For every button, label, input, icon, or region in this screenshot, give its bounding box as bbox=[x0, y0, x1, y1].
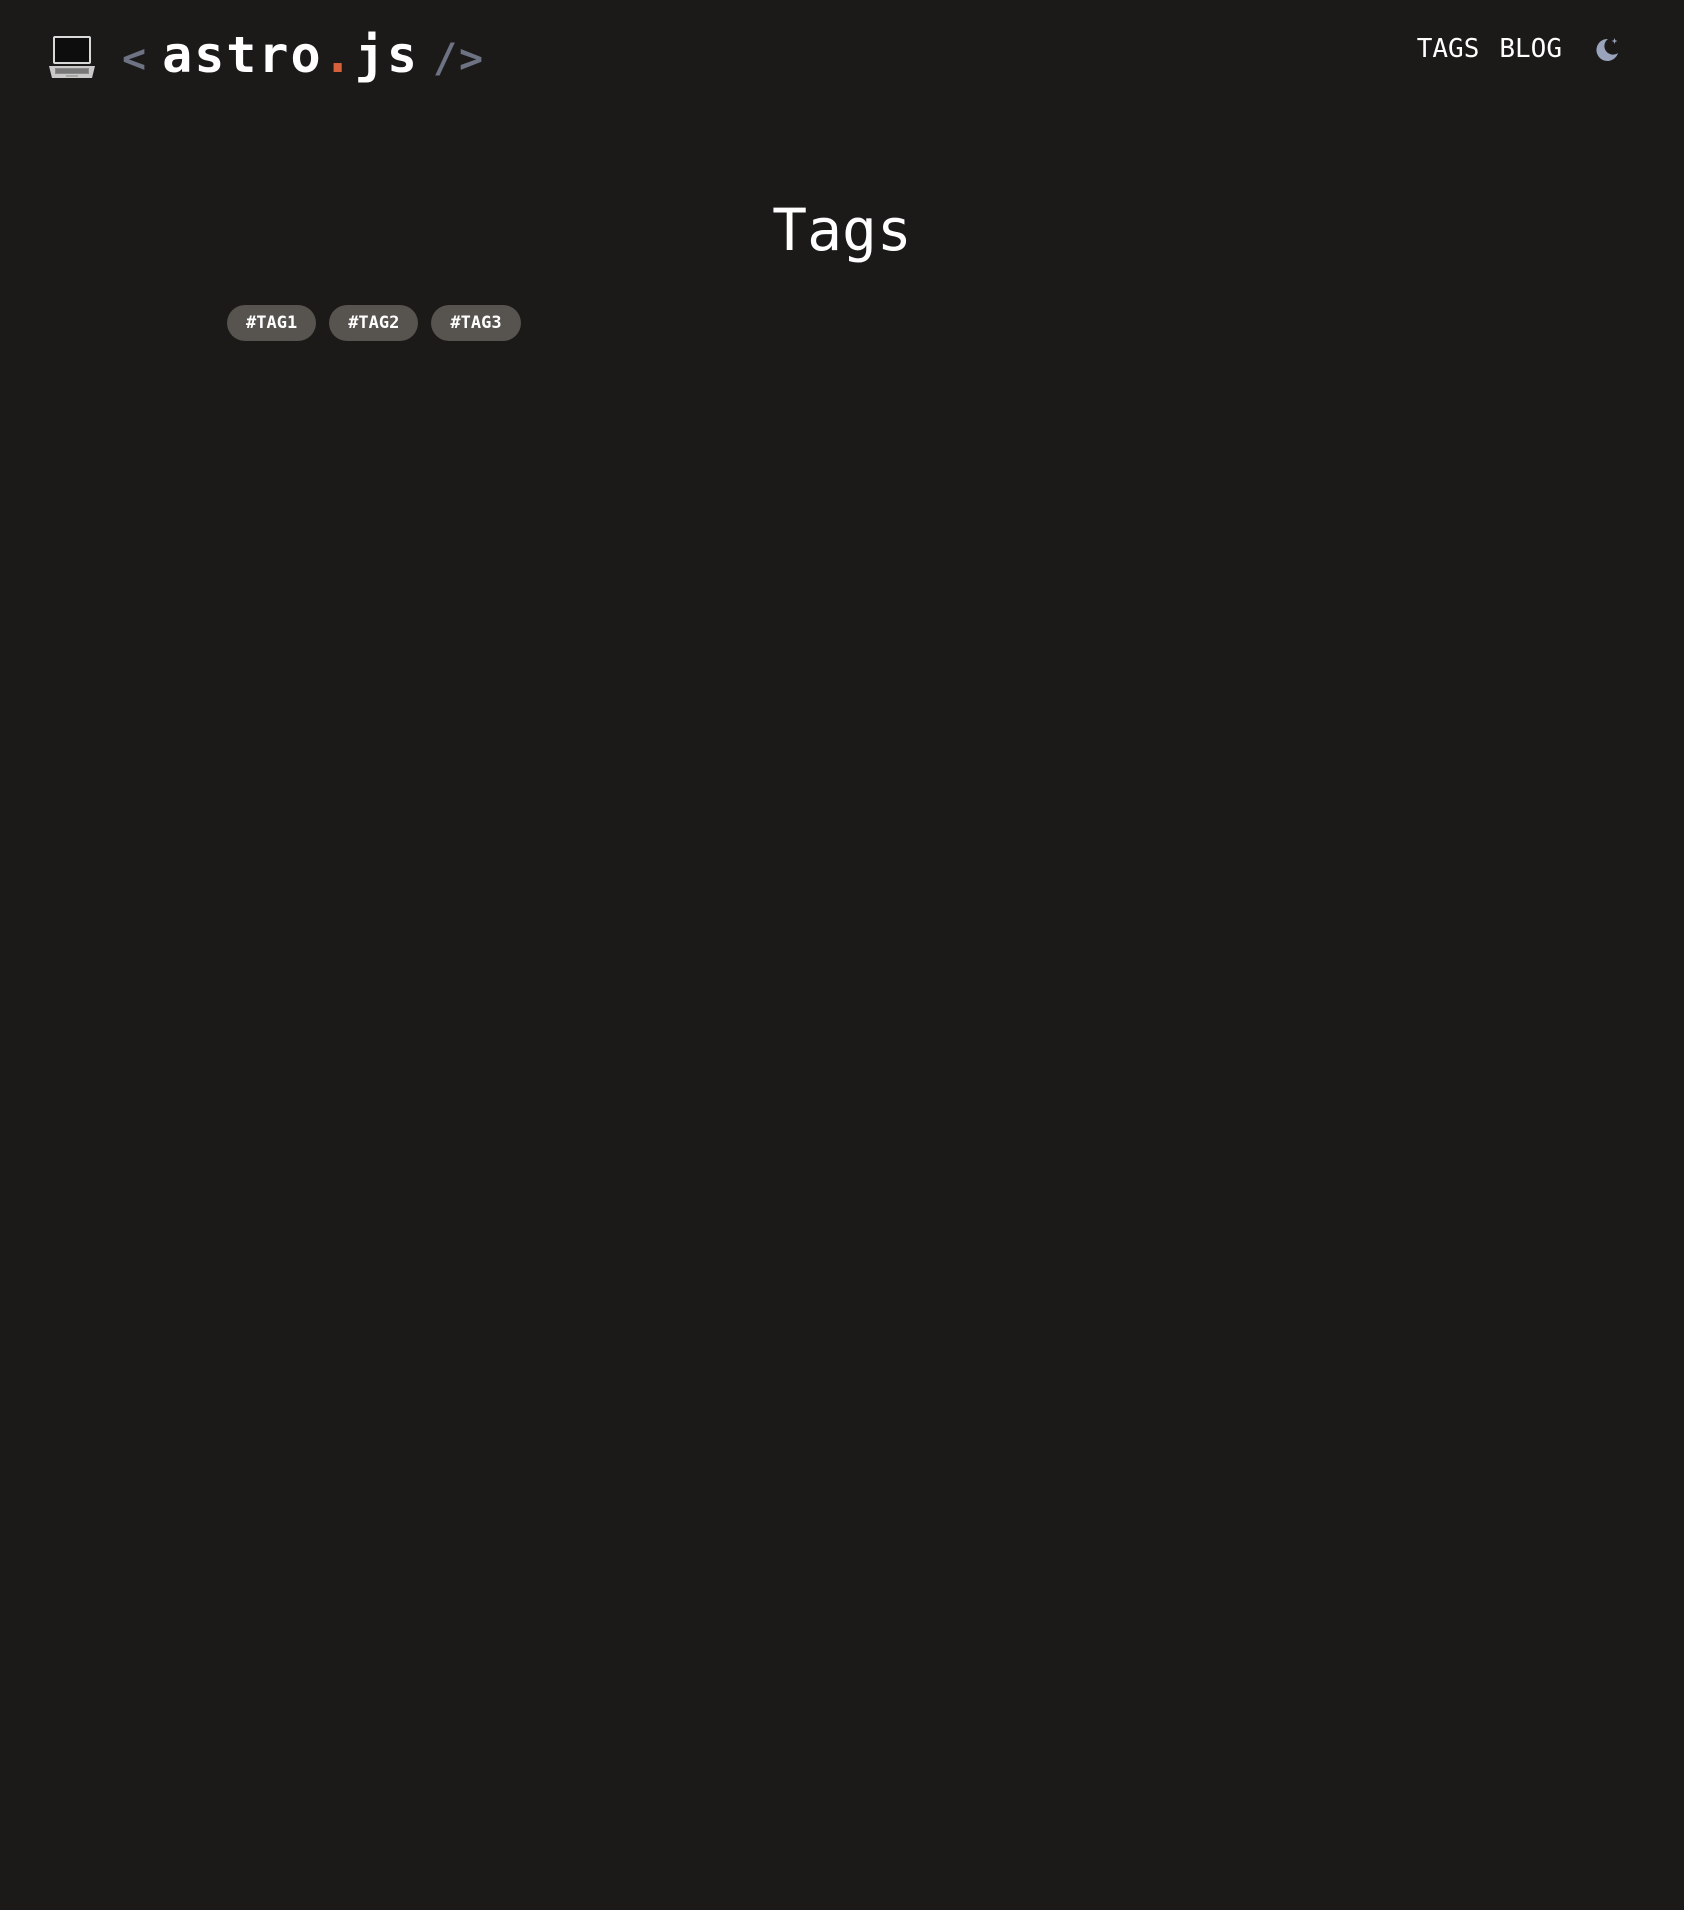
logo-ext: js bbox=[354, 26, 419, 84]
home-link[interactable]: < astro . js /> bbox=[47, 22, 485, 92]
tag-list: #TAG1 #TAG2 #TAG3 bbox=[227, 305, 521, 341]
nav-blog-link[interactable]: BLOG bbox=[1499, 34, 1562, 64]
laptop-icon bbox=[47, 32, 97, 82]
main-nav: TAGS BLOG bbox=[1417, 34, 1684, 64]
logo-open-bracket: < bbox=[122, 36, 149, 82]
site-logo: < astro . js /> bbox=[122, 22, 485, 92]
tag-link-tag3[interactable]: #TAG3 bbox=[431, 305, 521, 341]
nav-tags-link[interactable]: TAGS bbox=[1417, 34, 1480, 64]
page: < astro . js /> TAGS BLOG Tags #TAG1 #TA… bbox=[0, 0, 1684, 1910]
theme-toggle-button[interactable] bbox=[1592, 34, 1622, 64]
logo-close-bracket: /> bbox=[432, 36, 486, 82]
tag-link-tag1[interactable]: #TAG1 bbox=[227, 305, 317, 341]
tag-link-tag2[interactable]: #TAG2 bbox=[329, 305, 419, 341]
logo-name: astro bbox=[162, 26, 323, 84]
moon-icon bbox=[1596, 38, 1618, 61]
logo-dot: . bbox=[322, 26, 355, 84]
page-title: Tags bbox=[772, 196, 912, 264]
site-header: < astro . js /> TAGS BLOG bbox=[0, 0, 1684, 110]
